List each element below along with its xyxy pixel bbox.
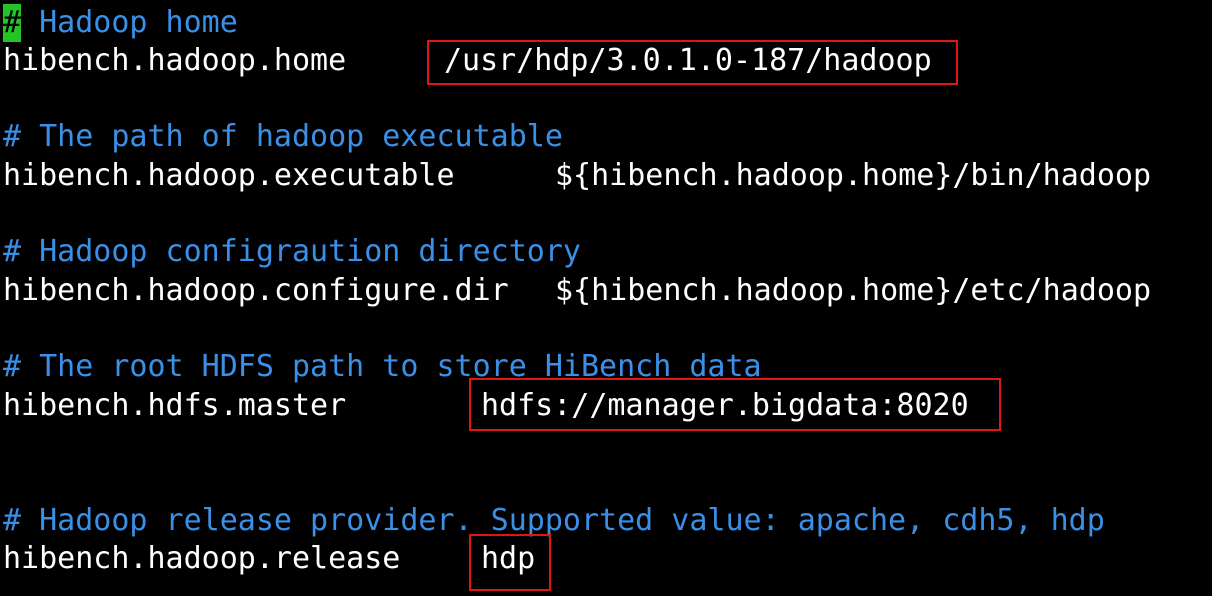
- comment-hadoop-home: # Hadoop home: [3, 4, 238, 42]
- config-key-hadoop-configure-dir: hibench.hadoop.configure.dir: [3, 273, 509, 308]
- config-key-hadoop-executable: hibench.hadoop.executable: [3, 158, 455, 193]
- config-value-hadoop-configure-dir: ${hibench.hadoop.home}/etc/hadoop: [555, 273, 1152, 308]
- comment-hadoop-release: # Hadoop release provider. Supported val…: [3, 503, 1105, 538]
- comment-hadoop-executable: # The path of hadoop executable: [3, 119, 563, 154]
- highlight-box-hdfs-master: [469, 378, 1001, 431]
- config-key-hadoop-release: hibench.hadoop.release: [3, 541, 401, 576]
- comment-text: Hadoop home: [21, 5, 238, 40]
- highlight-box-hadoop-home: [427, 40, 958, 85]
- config-key-hadoop-home: hibench.hadoop.home: [3, 43, 347, 78]
- config-key-hdfs-master: hibench.hdfs.master: [3, 388, 347, 423]
- text-cursor: #: [3, 4, 22, 42]
- config-value-hadoop-executable: ${hibench.hadoop.home}/bin/hadoop: [555, 158, 1152, 193]
- terminal-editor[interactable]: # Hadoop home hibench.hadoop.home /usr/h…: [0, 0, 1212, 596]
- comment-hadoop-config-dir: # Hadoop configraution directory: [3, 234, 581, 269]
- highlight-box-hadoop-release: [469, 534, 551, 591]
